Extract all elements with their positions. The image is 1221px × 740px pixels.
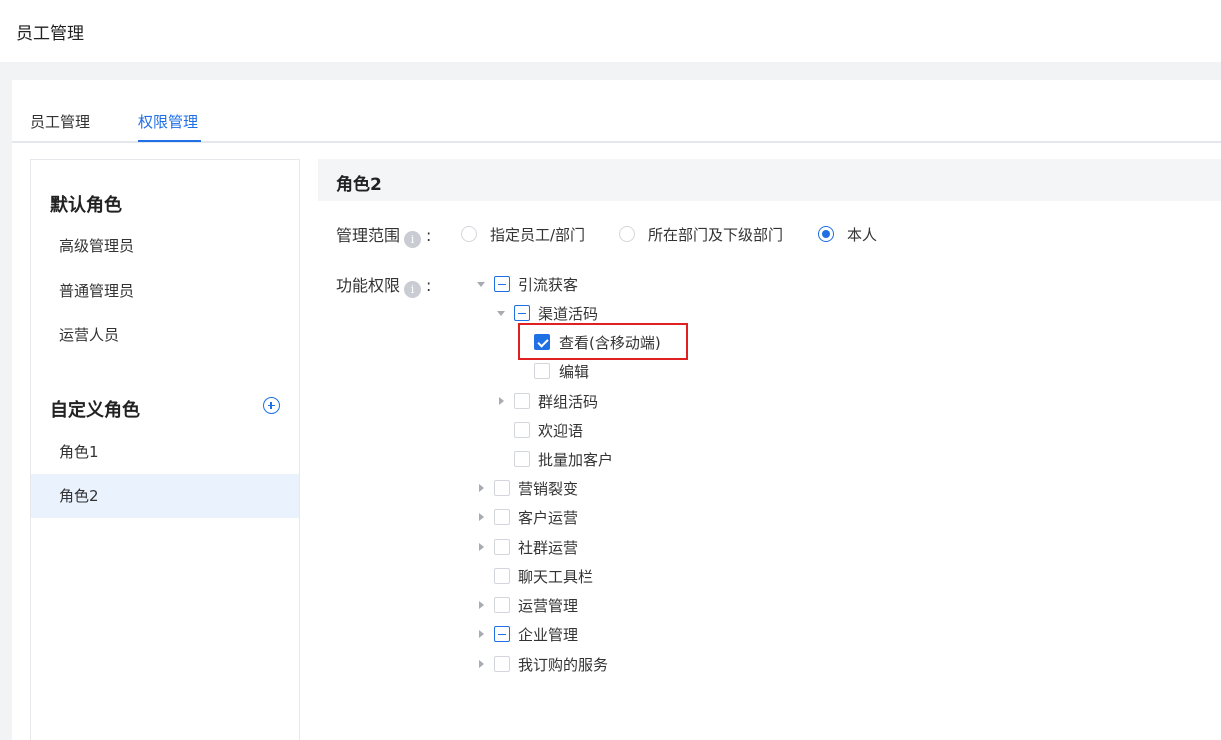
caret-right-icon[interactable] — [477, 482, 487, 494]
radio-label: 指定员工/部门 — [490, 226, 586, 244]
checkbox[interactable] — [514, 451, 530, 467]
radio-circle[interactable] — [619, 226, 635, 242]
checkbox[interactable] — [494, 509, 510, 525]
role-header: 角色2 — [318, 159, 1221, 201]
tree-node-label: 运营管理 — [518, 597, 579, 615]
scope-colon: : — [426, 226, 432, 245]
caret-right-icon[interactable] — [497, 395, 507, 407]
tree-node-label: 客户运营 — [518, 509, 579, 527]
caret-right-icon[interactable] — [477, 599, 487, 611]
tree-node-label: 群组活码 — [538, 393, 599, 411]
radio-label: 本人 — [847, 226, 878, 244]
tab-bar: 员工管理 权限管理 — [12, 80, 1221, 143]
tree-node-label: 企业管理 — [518, 626, 579, 644]
caret-down-icon[interactable] — [477, 278, 487, 290]
caret-down-icon[interactable] — [497, 307, 507, 319]
custom-roles-heading: 自定义角色 — [50, 400, 140, 421]
radio-label: 所在部门及下级部门 — [648, 226, 784, 244]
caret-right-icon[interactable] — [477, 541, 487, 553]
checkbox-indeterminate[interactable] — [494, 626, 510, 642]
radio-circle[interactable] — [461, 226, 477, 242]
tab-staff-management[interactable]: 员工管理 — [30, 111, 90, 132]
caret-right-icon[interactable] — [477, 658, 487, 670]
sidebar-item-role1[interactable]: 角色1 — [31, 430, 299, 474]
tree-node-label: 渠道活码 — [538, 305, 599, 323]
role-sidebar: 默认角色 高级管理员 普通管理员 运营人员 自定义角色 角色1 角色2 — [30, 159, 300, 740]
checkbox[interactable] — [494, 568, 510, 584]
tree-node-label: 聊天工具栏 — [518, 568, 594, 586]
gap-bar — [0, 62, 1221, 80]
checkbox[interactable] — [494, 656, 510, 672]
caret-right-icon[interactable] — [477, 628, 487, 640]
info-icon[interactable]: i — [404, 231, 422, 248]
radio-circle[interactable] — [818, 226, 834, 242]
highlight-box — [518, 323, 688, 360]
tree-node-label: 引流获客 — [518, 276, 579, 294]
page-title: 员工管理 — [16, 24, 84, 44]
tree-node-label: 欢迎语 — [538, 422, 584, 440]
tree-node-label: 我订购的服务 — [518, 656, 609, 674]
top-bar: 员工管理 — [0, 0, 1221, 62]
checkbox[interactable] — [514, 393, 530, 409]
sidebar-item-operator[interactable]: 运营人员 — [31, 313, 299, 357]
caret-right-icon[interactable] — [477, 511, 487, 523]
add-role-plus-circle-icon[interactable] — [263, 397, 280, 414]
tree-node-label: 社群运营 — [518, 539, 579, 557]
permission-field-label: 功能权限 i: — [336, 272, 431, 298]
role-detail-panel: 角色2 管理范围 i: 指定员工/部门 所在部门及下级部门 本人 功能权限 i: — [318, 159, 1221, 740]
tree-node-label: 营销裂变 — [518, 480, 579, 498]
checkbox-indeterminate[interactable] — [494, 276, 510, 292]
active-tab-indicator — [138, 140, 201, 142]
tab-permission-management[interactable]: 权限管理 — [138, 111, 198, 132]
tree-node-label: 批量加客户 — [538, 451, 614, 469]
sidebar-item-role2[interactable]: 角色2 — [31, 474, 299, 518]
scope-field-label: 管理范围 i: — [336, 222, 431, 248]
permission-label: 功能权限 — [336, 276, 401, 295]
sidebar-item-normal-admin[interactable]: 普通管理员 — [31, 269, 299, 313]
role-title: 角色2 — [336, 175, 382, 195]
gap-side — [0, 80, 12, 740]
sidebar-item-senior-admin[interactable]: 高级管理员 — [31, 224, 299, 268]
default-roles-heading: 默认角色 — [50, 195, 122, 216]
checkbox[interactable] — [494, 539, 510, 555]
checkbox[interactable] — [514, 422, 530, 438]
permission-colon: : — [426, 276, 432, 295]
checkbox[interactable] — [494, 480, 510, 496]
checkbox-indeterminate[interactable] — [514, 305, 530, 321]
info-icon[interactable]: i — [404, 281, 422, 298]
checkbox[interactable] — [494, 597, 510, 613]
tree-node-label: 编辑 — [559, 363, 590, 381]
scope-label: 管理范围 — [336, 226, 401, 245]
checkbox[interactable] — [534, 363, 550, 379]
